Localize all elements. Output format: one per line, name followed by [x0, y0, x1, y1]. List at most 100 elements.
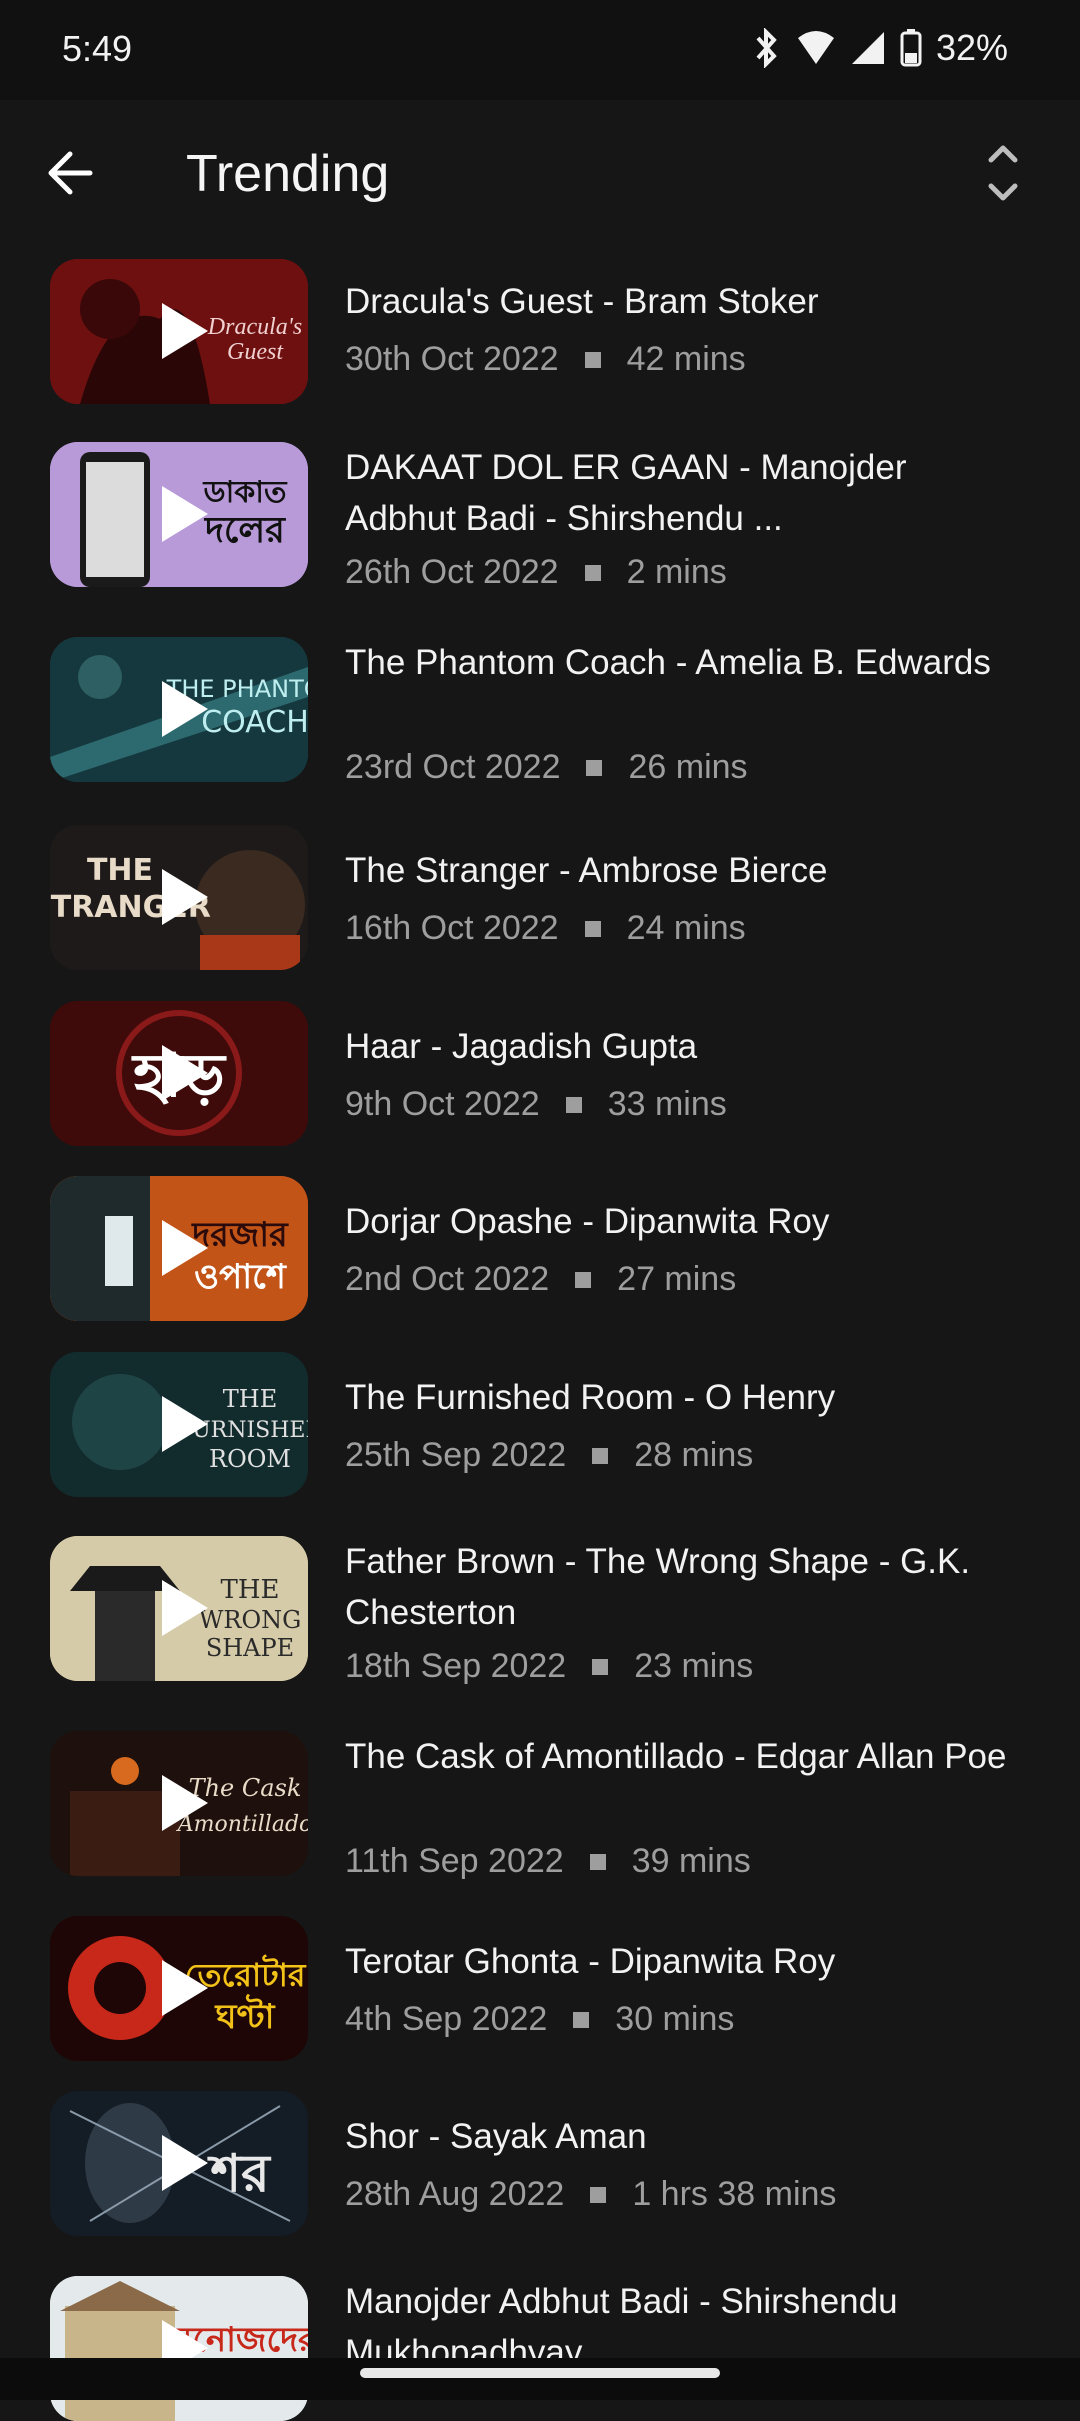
wifi-icon	[797, 31, 834, 64]
episode-date: 30th Oct 2022	[345, 340, 559, 378]
svg-text:Dracula's: Dracula's	[207, 314, 302, 340]
episode-thumbnail[interactable]: THE STRANGER	[50, 825, 308, 970]
episode-date: 18th Sep 2022	[345, 1647, 567, 1685]
episode-duration: 26 mins	[628, 748, 748, 786]
navigation-handle[interactable]	[360, 2368, 720, 2378]
play-icon	[162, 486, 208, 542]
episode-meta: 4th Sep 2022 30 mins	[345, 2000, 734, 2039]
episode-duration: 28 mins	[634, 1436, 754, 1474]
separator-dot	[592, 1447, 609, 1464]
status-icons: 32%	[752, 26, 1008, 70]
episode-thumbnail[interactable]: THE PHANTOM COACH	[50, 637, 308, 782]
episode-duration: 27 mins	[617, 1260, 737, 1298]
play-icon	[162, 869, 208, 925]
play-icon	[162, 1220, 208, 1276]
svg-text:THE: THE	[221, 1575, 280, 1605]
episode-date: 9th Oct 2022	[345, 1085, 540, 1123]
status-time: 5:49	[62, 28, 133, 69]
episode-meta: 9th Oct 2022 33 mins	[345, 1085, 727, 1124]
episode-date: 2nd Oct 2022	[345, 1260, 550, 1298]
svg-text:ডাকাত: ডাকাত	[203, 475, 288, 510]
play-icon	[162, 1045, 208, 1101]
episode-date: 23rd Oct 2022	[345, 748, 561, 786]
episode-title: Haar - Jagadish Gupta	[345, 1027, 698, 1066]
episode-meta: 28th Aug 2022 1 hrs 38 mins	[345, 2175, 836, 2214]
separator-dot	[589, 1853, 606, 1870]
svg-text:THE: THE	[87, 853, 153, 888]
svg-text:Guest: Guest	[227, 339, 284, 365]
episode-title: Dracula's Guest - Bram Stoker	[345, 282, 819, 321]
svg-text:দলের: দলের	[203, 510, 286, 551]
play-icon	[162, 1580, 208, 1636]
battery-icon	[900, 29, 922, 67]
episode-title: The Stranger - Ambrose Bierce	[345, 851, 828, 890]
separator-dot	[584, 351, 601, 368]
svg-text:COACH: COACH	[201, 705, 308, 740]
cell-signal-icon	[851, 32, 884, 64]
episode-duration: 23 mins	[634, 1647, 754, 1685]
separator-dot	[590, 2186, 607, 2203]
arrow-back-icon	[48, 151, 93, 195]
separator-dot	[586, 759, 603, 776]
episode-date: 26th Oct 2022	[345, 553, 559, 591]
episode-meta: 23rd Oct 2022 26 mins	[345, 748, 748, 787]
episode-title: DAKAAT DOL ER GAAN - Manojder Adbhut Bad…	[345, 448, 907, 538]
episode-duration: 24 mins	[626, 909, 746, 947]
play-icon	[162, 303, 208, 359]
episode-meta: 25th Sep 2022 28 mins	[345, 1436, 753, 1475]
svg-text:ROOM: ROOM	[209, 1445, 291, 1473]
episode-title: The Furnished Room - O Henry	[345, 1378, 836, 1417]
episode-duration: 33 mins	[607, 1085, 727, 1123]
play-icon	[162, 1960, 208, 2016]
episode-date: 4th Sep 2022	[345, 2000, 548, 2038]
episode-meta: 26th Oct 2022 2 mins	[345, 553, 727, 592]
episode-thumbnail[interactable]: Dracula's Guest	[50, 259, 308, 404]
page-title: Trending	[186, 145, 390, 203]
episode-thumbnail[interactable]: THE FURNISHED ROOM	[50, 1352, 308, 1497]
svg-text:SHAPE: SHAPE	[206, 1634, 294, 1662]
episode-thumbnail[interactable]: তেরোটার ঘণ্টা	[50, 1916, 308, 2061]
episode-thumbnail[interactable]: দরজার ওপাশে	[50, 1176, 308, 1321]
battery-percentage: 32%	[935, 27, 1008, 68]
svg-text:WRONG: WRONG	[199, 1606, 302, 1634]
episode-duration: 30 mins	[615, 2000, 735, 2038]
play-icon	[162, 2135, 208, 2191]
play-icon	[162, 1396, 208, 1452]
separator-dot	[565, 1096, 582, 1113]
app-bar: Trending	[0, 100, 1080, 250]
play-icon	[162, 1775, 208, 1831]
play-icon	[162, 681, 208, 737]
status-bar: 5:49 32%	[0, 0, 1080, 100]
episode-date: 11th Sep 2022	[345, 1842, 564, 1880]
episode-meta: 18th Sep 2022 23 mins	[345, 1647, 753, 1686]
episode-title: Dorjar Opashe - Dipanwita Roy	[345, 1202, 830, 1241]
bottom-area	[0, 2358, 1080, 2400]
episode-duration: 39 mins	[631, 1842, 751, 1880]
episode-title: The Cask of Amontillado - Edgar Allan Po…	[345, 1737, 1007, 1776]
episode-thumbnail[interactable]: হাড়	[50, 1001, 308, 1146]
unfold-more-icon	[988, 145, 1018, 201]
episode-date: 16th Oct 2022	[345, 909, 559, 947]
svg-text:THE: THE	[223, 1385, 277, 1413]
episode-duration: 1 hrs 38 mins	[632, 2175, 837, 2213]
sort-button[interactable]	[970, 136, 1036, 210]
episode-title: Father Brown - The Wrong Shape - G.K. Ch…	[345, 1542, 971, 1632]
separator-dot	[584, 564, 601, 581]
bluetooth-icon	[756, 28, 777, 68]
back-button[interactable]	[38, 138, 108, 208]
separator-dot	[575, 1271, 592, 1288]
svg-text:শর: শর	[207, 2144, 272, 2204]
svg-text:ঘণ্টা: ঘণ্টা	[214, 1994, 275, 2037]
separator-dot	[592, 1658, 609, 1675]
episode-title: Terotar Ghonta - Dipanwita Roy	[345, 1942, 836, 1981]
episode-meta: 11th Sep 2022 39 mins	[345, 1842, 751, 1881]
episode-thumbnail[interactable]: ডাকাত দলের	[50, 442, 308, 587]
episode-meta: 16th Oct 2022 24 mins	[345, 909, 746, 948]
separator-dot	[573, 2011, 590, 2028]
episode-thumbnail[interactable]: THE WRONG SHAPE	[50, 1536, 308, 1681]
episode-date: 25th Sep 2022	[345, 1436, 567, 1474]
episode-date: 28th Aug 2022	[345, 2175, 565, 2213]
episode-thumbnail[interactable]: The Cask Amontillado	[50, 1731, 308, 1876]
episode-thumbnail[interactable]: শর	[50, 2091, 308, 2236]
episode-title: Shor - Sayak Aman	[345, 2117, 647, 2156]
